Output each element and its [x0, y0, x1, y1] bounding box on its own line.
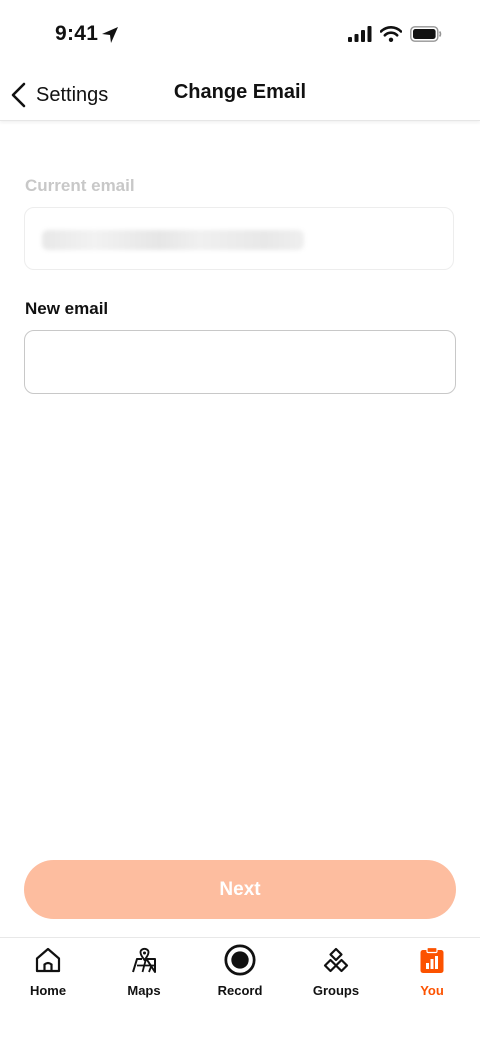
- cellular-signal-icon: [348, 26, 372, 42]
- current-email-field: [24, 207, 454, 270]
- tab-home-label: Home: [29, 983, 67, 998]
- tab-maps[interactable]: Maps: [96, 938, 192, 1018]
- wifi-icon: [380, 26, 402, 42]
- tab-you[interactable]: You: [384, 938, 480, 1018]
- current-email-redacted-value: [42, 230, 304, 250]
- map-icon: [132, 947, 156, 973]
- location-arrow-icon: [102, 27, 118, 43]
- you-icon: [420, 946, 444, 973]
- current-email-label: Current email: [25, 176, 135, 195]
- tab-maps-label: Maps: [127, 983, 161, 998]
- home-icon: [35, 947, 61, 973]
- tab-you-label: You: [420, 983, 444, 998]
- status-icons: [348, 26, 442, 42]
- status-time: 9:41: [55, 22, 99, 45]
- navigation-bar: Settings Change Email: [0, 70, 480, 121]
- page-title: Change Email: [173, 81, 307, 103]
- status-bar: 9:41: [0, 0, 480, 70]
- tab-record[interactable]: Record: [192, 938, 288, 1018]
- groups-icon: [323, 947, 349, 973]
- tab-bar: Home Maps Record Groups You: [0, 937, 480, 1041]
- new-email-label: New email: [25, 299, 109, 318]
- tab-record-label: Record: [217, 983, 263, 998]
- new-email-input[interactable]: [24, 330, 456, 394]
- tab-groups[interactable]: Groups: [288, 938, 384, 1018]
- tab-groups-label: Groups: [312, 983, 360, 998]
- tab-home[interactable]: Home: [0, 938, 96, 1018]
- battery-icon: [410, 26, 442, 42]
- record-icon: [224, 944, 256, 976]
- next-button[interactable]: Next: [24, 860, 456, 919]
